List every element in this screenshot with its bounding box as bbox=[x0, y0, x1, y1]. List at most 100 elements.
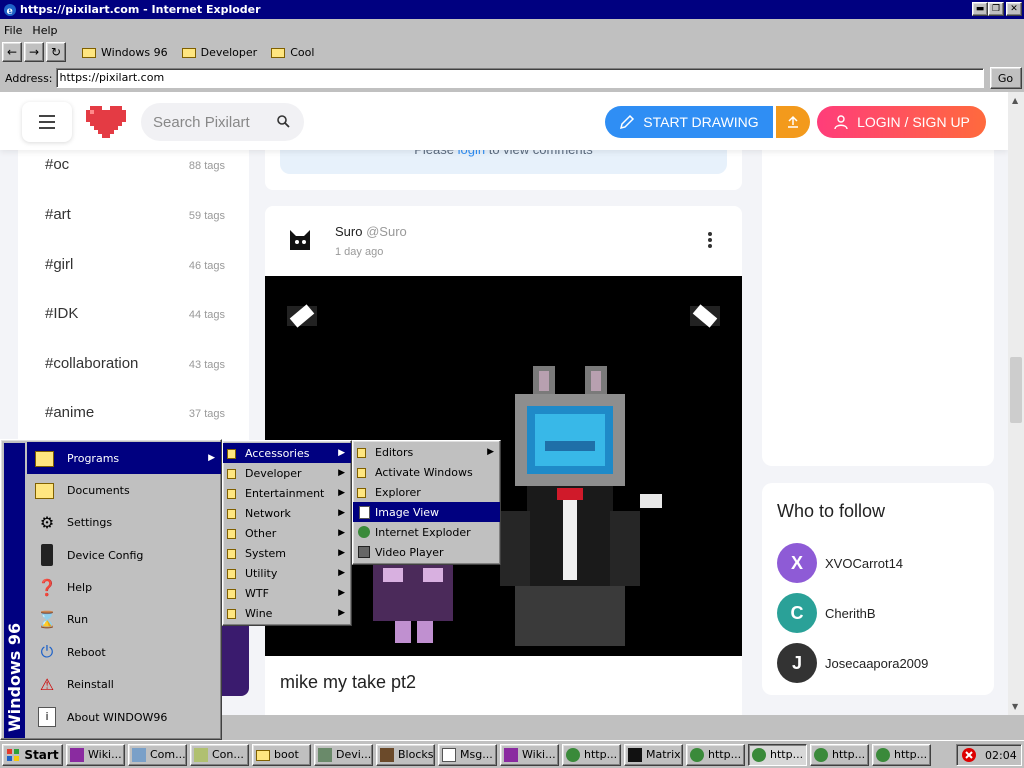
start-drawing-button[interactable]: START DRAWING bbox=[605, 106, 773, 138]
tag-item[interactable]: #girl 46 tags bbox=[45, 256, 225, 273]
scroll-up-icon[interactable]: ▲ bbox=[1012, 96, 1018, 105]
tag-item[interactable]: #art 59 tags bbox=[45, 206, 225, 223]
menu-developer[interactable]: Developer ▶ bbox=[223, 463, 351, 483]
search-input[interactable]: Search Pixilart bbox=[141, 103, 304, 141]
favorite-developer[interactable]: Developer bbox=[181, 46, 257, 59]
tag-item[interactable]: #anime 37 tags bbox=[45, 404, 225, 421]
site-header: Search Pixilart START DRAWING LOGIN / SI… bbox=[0, 92, 1008, 150]
tag-item[interactable]: #IDK 44 tags bbox=[45, 305, 225, 322]
menu-other[interactable]: Other ▶ bbox=[223, 523, 351, 543]
error-icon[interactable] bbox=[961, 747, 977, 763]
follow-user[interactable]: C CherithB bbox=[777, 593, 876, 633]
menu-network[interactable]: Network ▶ bbox=[223, 503, 351, 523]
computer-icon bbox=[132, 747, 146, 762]
taskbar-item-blocks[interactable]: Blocks bbox=[376, 743, 435, 766]
menu-system[interactable]: System ▶ bbox=[223, 543, 351, 563]
start-menu-brand: Windows 96 bbox=[4, 443, 25, 738]
close-button[interactable]: ✕ bbox=[1006, 2, 1022, 16]
upload-button[interactable] bbox=[776, 106, 810, 138]
book-icon bbox=[70, 747, 84, 762]
tag-item[interactable]: #collaboration 43 tags bbox=[45, 355, 225, 372]
menu-wtf[interactable]: WTF ▶ bbox=[223, 583, 351, 603]
follow-user[interactable]: X XVOCarrot14 bbox=[777, 543, 903, 583]
taskbar-item-devices[interactable]: Devi... bbox=[314, 743, 373, 766]
forward-button[interactable]: → bbox=[24, 42, 44, 62]
start-button[interactable]: Start bbox=[2, 743, 63, 766]
start-item-documents[interactable]: Documents bbox=[27, 474, 221, 506]
start-item-about[interactable]: i About WINDOW96 bbox=[27, 701, 221, 733]
scroll-down-icon[interactable]: ▼ bbox=[1012, 702, 1018, 711]
page-scrollbar[interactable]: ▲ ▼ bbox=[1008, 92, 1024, 715]
taskbar-item-wiki[interactable]: Wiki... bbox=[66, 743, 125, 766]
window-titlebar[interactable]: e https://pixilart.com - Internet Explod… bbox=[0, 0, 1024, 19]
taskbar-item-boot[interactable]: boot bbox=[252, 743, 311, 766]
device-icon bbox=[318, 747, 332, 762]
menu-help[interactable]: Help bbox=[32, 24, 57, 37]
menu-activate-windows[interactable]: Activate Windows bbox=[353, 462, 500, 482]
tag-item[interactable]: #oc 88 tags bbox=[45, 156, 225, 173]
start-item-settings[interactable]: ⚙ Settings bbox=[27, 506, 221, 538]
menu-explorer[interactable]: Explorer bbox=[353, 482, 500, 502]
avatar: X bbox=[777, 543, 817, 583]
start-item-help[interactable]: ❓ Help bbox=[27, 571, 221, 603]
author-avatar[interactable] bbox=[283, 224, 317, 258]
post-author[interactable]: Suro @Suro bbox=[335, 224, 407, 239]
right-panel bbox=[762, 132, 994, 466]
console-icon bbox=[194, 747, 208, 762]
taskbar-item-console[interactable]: Con... bbox=[190, 743, 249, 766]
film-icon bbox=[357, 545, 371, 559]
reinstall-icon: ⚠ bbox=[39, 674, 55, 694]
pixilart-logo-icon[interactable] bbox=[86, 106, 126, 138]
minimize-button[interactable]: ▬ bbox=[972, 2, 988, 16]
who-to-follow-card: Who to follow X XVOCarrot14 C CherithB J Jo… bbox=[762, 483, 994, 695]
upload-icon bbox=[788, 115, 798, 128]
taskbar-item-computer[interactable]: Com... bbox=[128, 743, 187, 766]
search-icon[interactable] bbox=[276, 114, 290, 128]
refresh-button[interactable]: ↻ bbox=[46, 42, 66, 62]
taskbar-item-browser[interactable]: http... bbox=[872, 743, 931, 766]
folder-icon bbox=[357, 488, 366, 498]
post-title[interactable]: mike my take pt2 bbox=[280, 672, 416, 693]
menu-utility[interactable]: Utility ▶ bbox=[223, 563, 351, 583]
taskbar-item-matrix[interactable]: Matrix bbox=[624, 743, 683, 766]
taskbar-item-browser[interactable]: http... bbox=[686, 743, 745, 766]
start-item-device-config[interactable]: Device Config bbox=[27, 539, 221, 571]
go-button[interactable]: Go bbox=[989, 67, 1022, 89]
menu-editors[interactable]: Editors ▶ bbox=[353, 442, 500, 462]
menu-video-player[interactable]: Video Player bbox=[353, 542, 500, 562]
start-item-reboot[interactable]: ⏻ Reboot bbox=[27, 636, 221, 668]
start-item-run[interactable]: ⌛ Run bbox=[27, 603, 221, 635]
start-item-programs[interactable]: Programs ▶ bbox=[27, 442, 221, 474]
start-item-reinstall[interactable]: ⚠ Reinstall bbox=[27, 668, 221, 700]
maximize-button[interactable]: ❐ bbox=[988, 2, 1004, 16]
follow-user[interactable]: J Josecaapora2009 bbox=[777, 643, 928, 683]
taskbar-item-browser[interactable]: http... bbox=[562, 743, 621, 766]
menu-entertainment[interactable]: Entertainment ▶ bbox=[223, 483, 351, 503]
more-options-icon[interactable] bbox=[708, 232, 712, 248]
folder-icon bbox=[227, 549, 236, 559]
taskbar-item-msg[interactable]: Msg... bbox=[438, 743, 497, 766]
follow-heading: Who to follow bbox=[777, 501, 886, 521]
menu-image-view[interactable]: Image View bbox=[353, 502, 500, 522]
menu-wine[interactable]: Wine ▶ bbox=[223, 603, 351, 623]
login-signup-button[interactable]: LOGIN / SIGN UP bbox=[817, 106, 986, 138]
taskbar-item-browser[interactable]: http... bbox=[810, 743, 869, 766]
globe-icon bbox=[357, 525, 371, 539]
menu-file[interactable]: File bbox=[4, 24, 22, 37]
accessories-submenu: Editors ▶ Activate Windows Explorer Image… bbox=[352, 440, 501, 565]
clock[interactable]: 02:04 bbox=[985, 749, 1017, 762]
scrollbar-thumb[interactable] bbox=[1010, 357, 1022, 423]
hamburger-menu-button[interactable] bbox=[22, 102, 72, 142]
taskbar-item-wiki2[interactable]: Wiki... bbox=[500, 743, 559, 766]
address-input[interactable]: https://pixilart.com bbox=[55, 68, 984, 88]
folder-icon bbox=[227, 609, 236, 619]
favorite-windows96[interactable]: Windows 96 bbox=[82, 46, 168, 59]
avatar: C bbox=[777, 593, 817, 633]
taskbar-item-browser-active[interactable]: http... bbox=[748, 743, 807, 766]
menu-accessories[interactable]: Accessories ▶ bbox=[223, 443, 351, 463]
menu-internet-exploder[interactable]: Internet Exploder bbox=[353, 522, 500, 542]
blocks-icon bbox=[380, 747, 394, 762]
favorite-cool[interactable]: Cool bbox=[271, 46, 314, 59]
folder-icon bbox=[256, 750, 270, 761]
back-button[interactable]: ← bbox=[2, 42, 22, 62]
